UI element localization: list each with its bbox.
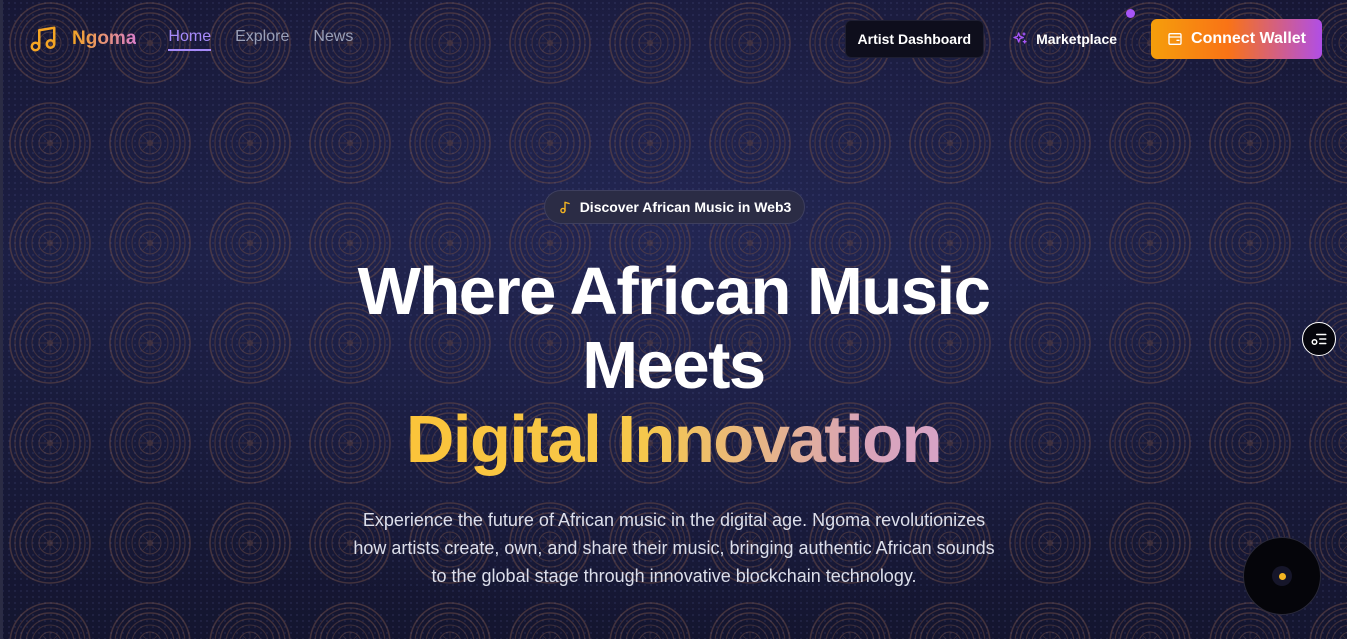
sparkles-icon (1013, 32, 1027, 44)
disc-center (1272, 566, 1292, 586)
playlist-toggle-button[interactable] (1302, 322, 1336, 356)
marketplace-button[interactable]: Marketplace (1012, 9, 1136, 47)
top-navigation: Ngoma Home Explore News Artist Dashboard… (0, 0, 1347, 78)
hero-badge: Discover African Music in Web3 (544, 190, 805, 224)
music-note-icon (30, 26, 56, 52)
artist-dashboard-button[interactable]: Artist Dashboard (844, 20, 985, 58)
hero-badge-label: Discover African Music in Web3 (579, 199, 792, 215)
brand-name: Ngoma (72, 28, 137, 49)
headline-accent: Digital Innovation (405, 402, 943, 477)
hero-subtitle: Experience the future of African music i… (353, 510, 995, 586)
playlist-icon (1311, 333, 1327, 345)
headline-line-2: Meets (582, 328, 766, 403)
hero-headline: Where African Music Meets Digital Innova… (0, 255, 1347, 477)
wallet-icon (1168, 33, 1182, 45)
nav-link-explore[interactable]: Explore (235, 28, 289, 51)
connect-wallet-label: Connect Wallet (1191, 30, 1306, 47)
music-note-icon (559, 201, 570, 214)
brand-logo[interactable]: Ngoma (28, 24, 136, 54)
nav-link-news[interactable]: News (313, 28, 353, 51)
notification-dot (1126, 9, 1136, 18)
disc-dot (1278, 572, 1286, 580)
nav-links: Home Explore News (168, 28, 353, 51)
marketplace-label: Marketplace (1036, 31, 1118, 47)
connect-wallet-button[interactable]: Connect Wallet (1151, 19, 1322, 59)
nav-actions: Artist Dashboard Marketplace Connect Wal… (844, 9, 1322, 59)
nav-link-home[interactable]: Home (168, 28, 212, 51)
mini-player-disc[interactable] (1243, 537, 1321, 615)
headline-line-1: Where African Music (357, 254, 991, 329)
